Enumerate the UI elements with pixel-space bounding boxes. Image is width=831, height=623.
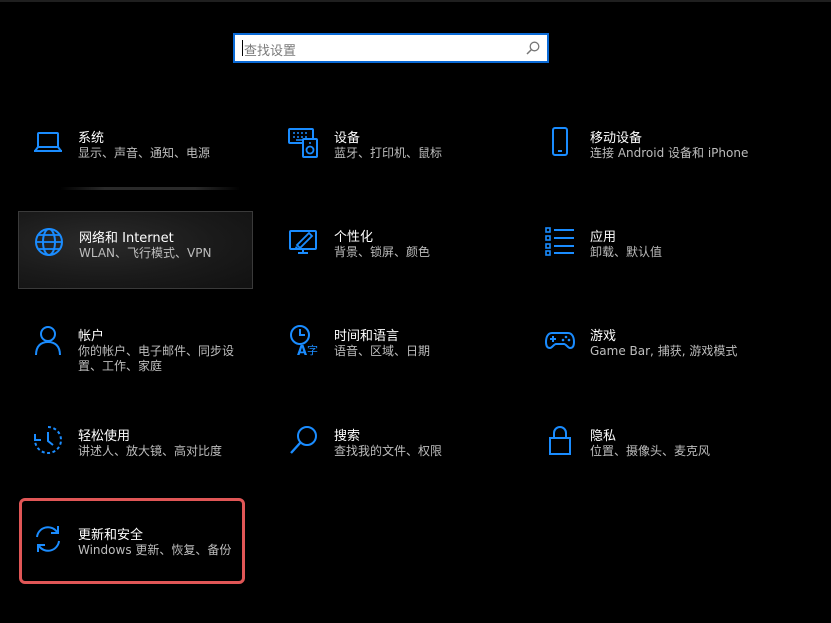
tile-description: 背景、锁屏、颜色 xyxy=(334,245,431,259)
tile-description: 显示、声音、通知、电源 xyxy=(78,146,211,160)
tile-description: 查找我的文件、权限 xyxy=(334,444,443,458)
tile-description: 语音、区域、日期 xyxy=(334,344,431,358)
tile-description: Game Bar, 捕获, 游戏模式 xyxy=(590,344,738,358)
tile-title: 搜索 xyxy=(334,429,361,444)
window-top-edge xyxy=(0,0,831,2)
tile-title: 帐户 xyxy=(78,329,105,344)
globe-icon xyxy=(35,228,63,256)
tile-title: 移动设备 xyxy=(590,131,643,146)
apps-list-icon xyxy=(545,227,574,256)
text-caret xyxy=(242,40,243,56)
person-icon xyxy=(35,326,61,356)
settings-tile-gaming[interactable]: 游戏 Game Bar, 捕获, 游戏模式 xyxy=(530,310,766,388)
tile-description: 你的帐户、电子邮件、同步设置、工作、家庭 xyxy=(78,344,235,373)
tile-title: 个性化 xyxy=(334,230,374,245)
tile-description: 位置、摄像头、麦克风 xyxy=(590,444,711,458)
settings-tile-phone[interactable]: 移动设备 连接 Android 设备和 iPhone xyxy=(530,112,766,190)
personalization-icon xyxy=(289,230,317,254)
settings-tile-network[interactable]: 网络和 Internet WLAN、飞行模式、VPN xyxy=(18,211,253,289)
tile-description: WLAN、飞行模式、VPN xyxy=(79,246,212,260)
settings-tile-apps[interactable]: 应用 卸载、默认值 xyxy=(530,211,766,289)
svg-text:A: A xyxy=(297,344,307,356)
settings-tile-ease-of-access[interactable]: 轻松使用 讲述人、放大镜、高对比度 xyxy=(18,410,254,488)
search-input[interactable]: 查找设置 xyxy=(233,33,549,63)
tile-title: 时间和语言 xyxy=(334,329,400,344)
settings-tile-devices[interactable]: 设备 蓝牙、打印机、鼠标 xyxy=(274,112,510,190)
settings-tile-privacy[interactable]: 隐私 位置、摄像头、麦克风 xyxy=(530,410,766,488)
settings-tile-system[interactable]: 系统 显示、声音、通知、电源 xyxy=(18,112,254,190)
tile-description: 卸载、默认值 xyxy=(590,245,663,259)
tile-title: 系统 xyxy=(78,131,105,146)
phone-icon xyxy=(552,127,568,156)
tile-title: 应用 xyxy=(590,230,617,245)
highlight-box xyxy=(19,498,245,584)
tile-title: 游戏 xyxy=(590,329,617,344)
tile-description: 蓝牙、打印机、鼠标 xyxy=(334,146,443,160)
tile-title: 隐私 xyxy=(590,429,617,444)
tile-separator xyxy=(60,187,240,190)
time-language-icon: A 字 xyxy=(290,325,318,356)
settings-tile-time-language[interactable]: A 字 时间和语言 语音、区域、日期 xyxy=(274,310,510,388)
tile-title: 轻松使用 xyxy=(78,429,131,444)
lock-icon xyxy=(549,426,571,455)
settings-tile-search[interactable]: 搜索 查找我的文件、权限 xyxy=(274,410,510,488)
tile-title: 网络和 Internet xyxy=(79,231,174,246)
tile-description: 连接 Android 设备和 iPhone xyxy=(590,146,749,160)
search-icon[interactable] xyxy=(525,40,541,56)
settings-tile-personalization[interactable]: 个性化 背景、锁屏、颜色 xyxy=(274,211,510,289)
tile-title: 设备 xyxy=(334,131,361,146)
settings-tile-accounts[interactable]: 帐户 你的帐户、电子邮件、同步设置、工作、家庭 xyxy=(18,310,254,388)
laptop-icon xyxy=(34,132,62,152)
tile-description: 讲述人、放大镜、高对比度 xyxy=(78,444,223,458)
gamepad-icon xyxy=(544,332,576,350)
svg-text:字: 字 xyxy=(307,343,318,356)
ease-of-access-icon xyxy=(34,426,62,454)
search-magnifier-icon xyxy=(290,426,317,454)
devices-icon xyxy=(288,128,318,158)
search-placeholder: 查找设置 xyxy=(244,44,297,59)
